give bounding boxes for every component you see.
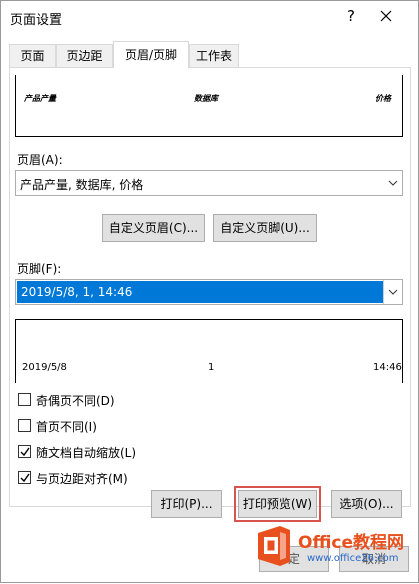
align-margins-checkbox[interactable] — [18, 471, 31, 484]
custom-header-button[interactable]: 自定义页眉(C)... — [102, 214, 205, 242]
footer-select-value: 2019/5/8, 1, 14:46 — [21, 285, 133, 299]
close-button[interactable] — [373, 5, 399, 27]
tab-header-footer[interactable]: 页眉/页脚 — [113, 41, 189, 68]
print-button[interactable]: 打印(P)... — [151, 490, 222, 518]
tab-margins[interactable]: 页边距 — [56, 44, 113, 67]
footer-preview-center: 1 — [208, 362, 215, 373]
checkmark-icon — [20, 473, 30, 483]
first-page-checkbox[interactable] — [18, 419, 31, 432]
header-label: 页眉(A): — [17, 153, 63, 167]
align-margins-label: 与页边距对齐(M) — [36, 472, 128, 486]
help-button[interactable]: ? — [339, 5, 363, 27]
first-page-label: 首页不同(I) — [36, 420, 97, 434]
header-preview-left: 产品产量 — [24, 94, 56, 103]
office-logo-icon — [258, 526, 290, 566]
scale-with-doc-label: 随文档自动缩放(L) — [36, 446, 137, 460]
watermark: Office教程网 www.office26.com — [251, 522, 419, 584]
dialog-title: 页面设置 — [10, 13, 63, 28]
page-setup-dialog: 页面设置 ? 页面 页边距 页眉/页脚 工作表 产品产量 数据库 价格 页眉(A… — [0, 0, 419, 583]
title-bar: 页面设置 ? — [1, 1, 418, 33]
watermark-title: Office教程网 — [298, 533, 405, 553]
footer-select-arrow[interactable] — [383, 280, 402, 304]
custom-footer-button[interactable]: 自定义页脚(U)... — [213, 214, 317, 242]
footer-label: 页脚(F): — [17, 262, 62, 276]
tab-sheet[interactable]: 工作表 — [189, 44, 239, 67]
footer-select[interactable]: 2019/5/8, 1, 14:46 — [15, 279, 403, 305]
options-button[interactable]: 选项(O)... — [331, 490, 402, 518]
close-icon — [380, 10, 392, 22]
footer-preview: 2019/5/8 1 14:46 — [15, 319, 403, 383]
scale-with-doc-checkbox[interactable] — [18, 445, 31, 458]
header-preview-center: 数据库 — [194, 94, 218, 103]
tab-page[interactable]: 页面 — [9, 44, 56, 67]
chevron-down-icon — [388, 289, 398, 295]
checkmark-icon — [20, 447, 30, 457]
chevron-down-icon — [388, 180, 398, 186]
footer-preview-right: 14:46 — [373, 362, 402, 373]
header-select[interactable]: 产品产量, 数据库, 价格 — [15, 170, 403, 196]
header-select-arrow[interactable] — [384, 171, 402, 195]
header-select-value: 产品产量, 数据库, 价格 — [20, 178, 144, 192]
odd-even-checkbox[interactable] — [18, 393, 31, 406]
header-preview: 产品产量 数据库 价格 — [15, 75, 403, 137]
footer-preview-left: 2019/5/8 — [22, 362, 67, 373]
header-preview-right: 价格 — [375, 94, 391, 103]
odd-even-label: 奇偶页不同(D) — [36, 394, 115, 408]
watermark-url: www.office26.com — [307, 553, 399, 564]
print-preview-button[interactable]: 打印预览(W) — [234, 486, 321, 522]
